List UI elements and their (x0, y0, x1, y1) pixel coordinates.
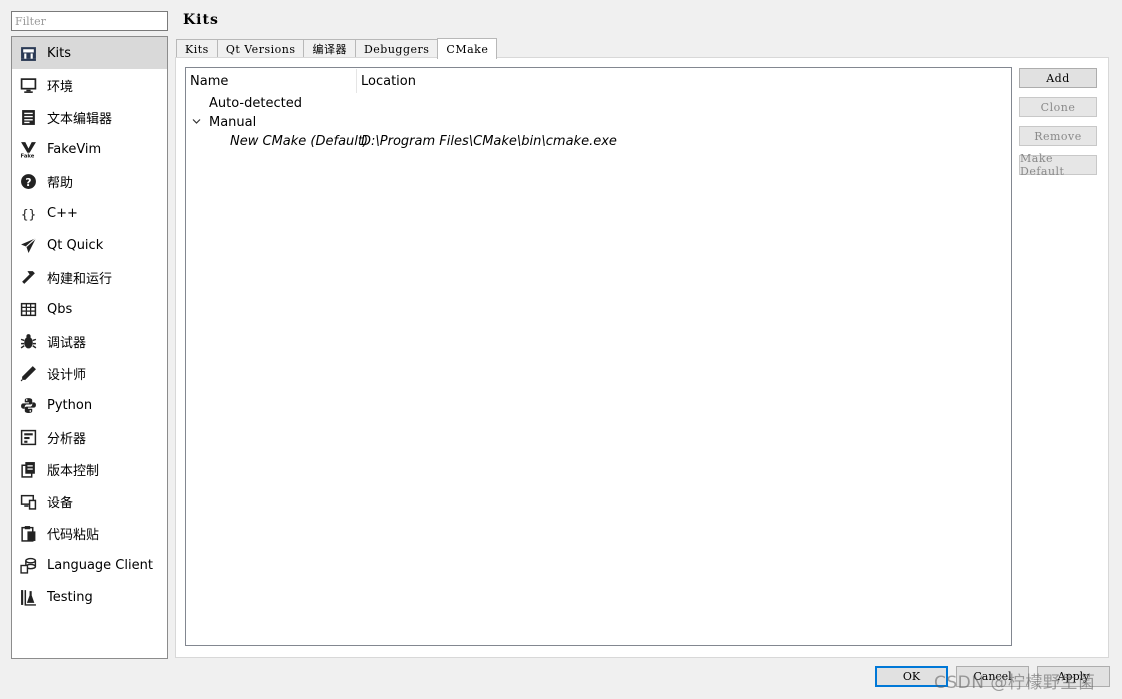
sidebar-item-language-client[interactable]: Language Client (12, 549, 167, 581)
clipboard-icon (19, 524, 37, 542)
ok-button[interactable]: OK (875, 666, 948, 687)
add-button[interactable]: Add (1019, 68, 1097, 88)
sidebar-item-analyzer[interactable]: 分析器 (12, 421, 167, 453)
tree-group-manual[interactable]: Manual (186, 113, 1011, 132)
tab-cmake[interactable]: CMake (437, 38, 498, 59)
tree-group-label: Auto-detected (209, 96, 302, 111)
tab-debuggers[interactable]: Debuggers (354, 39, 438, 58)
sidebar-item-label: Qbs (47, 301, 73, 317)
page-title: Kits (183, 12, 219, 28)
fakevim-icon: Fake (19, 140, 37, 158)
bug-icon (19, 332, 37, 350)
sidebar-item-help[interactable]: ? 帮助 (12, 165, 167, 197)
sidebar-item-kits[interactable]: Kits (12, 37, 167, 69)
apply-button[interactable]: Apply (1037, 666, 1110, 687)
version-control-icon (19, 460, 37, 478)
filter-input[interactable] (11, 11, 168, 31)
sidebar-item-text-editor[interactable]: 文本编辑器 (12, 101, 167, 133)
sidebar-item-environment[interactable]: 环境 (12, 69, 167, 101)
cmake-tool-location: D:\Program Files\CMake\bin\cmake.exe (361, 134, 617, 149)
sidebar-item-cpp[interactable]: {} C++ (12, 197, 167, 229)
sidebar-item-label: FakeVim (47, 141, 102, 157)
make-default-button[interactable]: Make Default (1019, 152, 1097, 178)
category-list[interactable]: Kits 环境 文本编辑器 Fake FakeVim ? 帮助 {} C++ Q… (11, 36, 168, 659)
column-header-name[interactable]: Name (186, 69, 357, 93)
cancel-button[interactable]: Cancel (956, 666, 1029, 687)
sidebar-item-label: Qt Quick (47, 237, 104, 253)
sidebar-item-label: Language Client (47, 557, 153, 573)
hammer-icon (19, 268, 37, 286)
column-header-location[interactable]: Location (357, 69, 416, 93)
sidebar-item-label: 版本控制 (47, 463, 100, 479)
sidebar-item-build-run[interactable]: 构建和运行 (12, 261, 167, 293)
sidebar-item-version-control[interactable]: 版本控制 (12, 453, 167, 485)
pencil-icon (19, 364, 37, 382)
paper-plane-icon (19, 236, 37, 254)
grid-icon (19, 300, 37, 318)
sidebar-item-python[interactable]: Python (12, 389, 167, 421)
sidebar-item-label: 环境 (47, 79, 74, 95)
tab-kits[interactable]: Kits (176, 39, 217, 58)
sidebar-item-fakevim[interactable]: Fake FakeVim (12, 133, 167, 165)
sidebar-item-code-paster[interactable]: 代码粘贴 (12, 517, 167, 549)
sidebar-item-testing[interactable]: Testing (12, 581, 167, 613)
text-editor-icon (19, 108, 37, 126)
remove-button[interactable]: Remove (1019, 126, 1097, 146)
tree-group-auto-detected[interactable]: Auto-detected (186, 94, 1011, 113)
cmake-tool-name: New CMake (Default) (230, 134, 369, 149)
braces-icon: {} (19, 204, 37, 222)
sidebar-item-devices[interactable]: 设备 (12, 485, 167, 517)
sidebar-item-debugger[interactable]: 调试器 (12, 325, 167, 357)
svg-text:Fake: Fake (20, 153, 34, 158)
python-icon (19, 396, 37, 414)
sidebar-item-label: 调试器 (47, 335, 87, 351)
testing-icon (19, 588, 37, 606)
sidebar-item-label: C++ (47, 205, 78, 221)
tree-group-label: Manual (209, 115, 257, 130)
sidebar-item-label: 代码粘贴 (47, 527, 100, 543)
analyzer-icon (19, 428, 37, 446)
cmake-tool-tree[interactable]: Name Location Auto-detected Manual New C… (185, 67, 1012, 646)
chevron-down-icon[interactable] (192, 117, 201, 126)
sidebar-item-label: 设计师 (47, 367, 87, 383)
language-client-icon (19, 556, 37, 574)
tab-qt-versions[interactable]: Qt Versions (216, 39, 304, 58)
device-icon (19, 492, 37, 510)
sidebar-item-label: 构建和运行 (47, 271, 113, 287)
sidebar-item-designer[interactable]: 设计师 (12, 357, 167, 389)
sidebar-item-label: Testing (47, 589, 93, 605)
sidebar-item-label: 帮助 (47, 175, 74, 191)
help-icon: ? (19, 172, 37, 190)
sidebar-item-qt-quick[interactable]: Qt Quick (12, 229, 167, 261)
kits-icon (19, 44, 37, 62)
sidebar-item-label: 设备 (47, 495, 74, 511)
svg-text:{}: {} (20, 207, 35, 222)
sidebar-item-label: Kits (47, 45, 72, 61)
tree-row-cmake-tool[interactable]: New CMake (Default) D:\Program Files\CMa… (186, 132, 1011, 151)
monitor-icon (19, 76, 37, 94)
svg-text:?: ? (25, 175, 31, 188)
sidebar-item-label: 文本编辑器 (47, 111, 113, 127)
tab-bar: Kits Qt Versions 编译器 Debuggers CMake (176, 38, 498, 59)
tab-compilers[interactable]: 编译器 (303, 39, 355, 58)
sidebar-item-label: 分析器 (47, 431, 87, 447)
sidebar-item-label: Python (47, 397, 93, 413)
clone-button[interactable]: Clone (1019, 97, 1097, 117)
tree-header: Name Location (186, 68, 1011, 94)
sidebar-item-qbs[interactable]: Qbs (12, 293, 167, 325)
